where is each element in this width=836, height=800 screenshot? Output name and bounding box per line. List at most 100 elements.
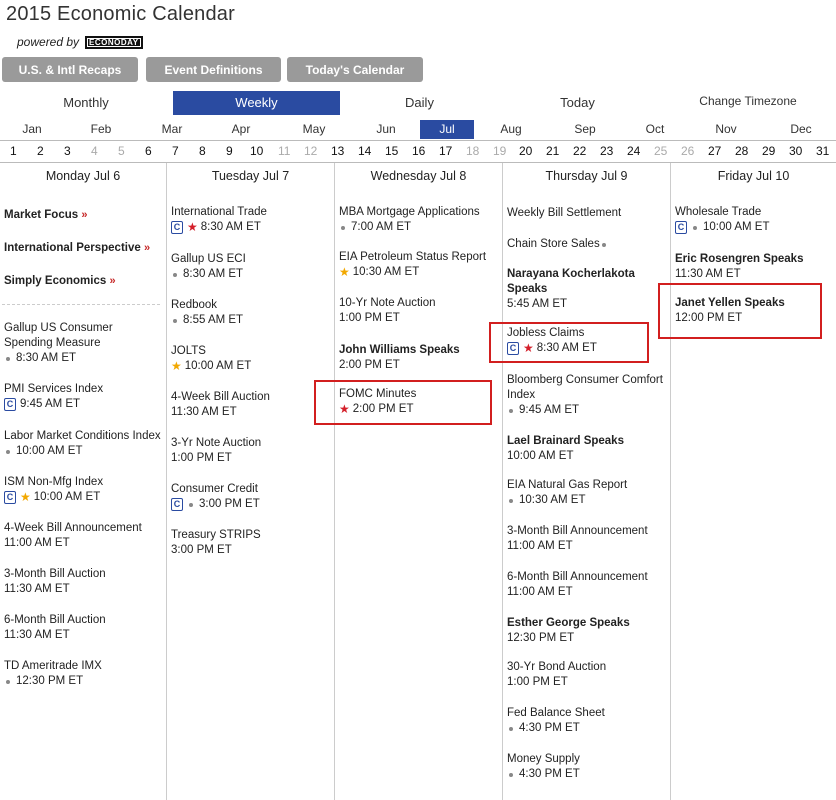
event-name[interactable]: PMI Services Index: [4, 382, 103, 397]
day-number[interactable]: 18: [466, 144, 479, 158]
event-item[interactable]: 3-Month Bill Announcement 11:00 AM ET: [507, 524, 648, 554]
month-nov[interactable]: Nov: [696, 120, 756, 139]
day-number[interactable]: 25: [654, 144, 667, 158]
day-number[interactable]: 24: [627, 144, 640, 158]
event-name[interactable]: MBA Mortgage Applications: [339, 205, 480, 220]
tab-today[interactable]: Today: [500, 91, 655, 115]
day-number[interactable]: 17: [439, 144, 452, 158]
event-definitions-button[interactable]: Event Definitions: [146, 57, 281, 82]
todays-calendar-button[interactable]: Today's Calendar: [287, 57, 423, 82]
event-name[interactable]: Wholesale Trade: [675, 205, 769, 220]
event-name[interactable]: International Trade: [171, 205, 267, 220]
event-item[interactable]: EIA Petroleum Status Report ★ 10:30 AM ET: [339, 250, 486, 280]
event-name[interactable]: 4-Week Bill Announcement: [4, 521, 142, 536]
day-number[interactable]: 20: [519, 144, 532, 158]
event-item[interactable]: Bloomberg Consumer Comfort Index 9:45 AM…: [507, 373, 669, 418]
event-name[interactable]: EIA Natural Gas Report: [507, 478, 627, 493]
event-item[interactable]: EIA Natural Gas Report 10:30 AM ET: [507, 478, 627, 508]
day-number[interactable]: 5: [118, 144, 125, 158]
event-name[interactable]: 6-Month Bill Announcement: [507, 570, 648, 585]
tab-monthly[interactable]: Monthly: [4, 91, 168, 115]
day-number[interactable]: 29: [762, 144, 775, 158]
event-item[interactable]: 3-Month Bill Auction 11:30 AM ET: [4, 567, 106, 597]
event-item[interactable]: JOLTS ★ 10:00 AM ET: [171, 344, 251, 374]
recaps-button[interactable]: U.S. & Intl Recaps: [2, 57, 138, 82]
event-item[interactable]: Labor Market Conditions Index 10:00 AM E…: [4, 429, 161, 459]
event-name[interactable]: Gallup US Consumer Spending Measure: [4, 321, 154, 351]
event-name[interactable]: 3-Month Bill Announcement: [507, 524, 648, 539]
month-dec[interactable]: Dec: [771, 120, 831, 139]
event-item[interactable]: John Williams Speaks 2:00 PM ET: [339, 343, 460, 373]
feature-link[interactable]: Simply Economics »: [4, 274, 116, 289]
event-item[interactable]: Wholesale Trade C 10:00 AM ET: [675, 205, 769, 235]
event-item[interactable]: 30-Yr Bond Auction 1:00 PM ET: [507, 660, 606, 690]
event-name[interactable]: John Williams Speaks: [339, 343, 460, 358]
event-name[interactable]: JOLTS: [171, 344, 251, 359]
event-name[interactable]: 6-Month Bill Auction: [4, 613, 106, 628]
month-mar[interactable]: Mar: [142, 120, 202, 139]
day-number[interactable]: 16: [412, 144, 425, 158]
event-name[interactable]: Narayana Kocherlakota Speaks: [507, 267, 657, 297]
day-number[interactable]: 22: [573, 144, 586, 158]
event-name[interactable]: 3-Yr Note Auction: [171, 436, 261, 451]
event-item[interactable]: Gallup US ECI 8:30 AM ET: [171, 252, 246, 282]
event-name[interactable]: Consumer Credit: [171, 482, 260, 497]
event-item[interactable]: 6-Month Bill Announcement 11:00 AM ET: [507, 570, 648, 600]
day-number[interactable]: 13: [331, 144, 344, 158]
event-name[interactable]: Eric Rosengren Speaks: [675, 252, 803, 267]
event-name[interactable]: 30-Yr Bond Auction: [507, 660, 606, 675]
event-item[interactable]: Consumer Credit C 3:00 PM ET: [171, 482, 260, 512]
day-number[interactable]: 19: [493, 144, 506, 158]
event-item[interactable]: 6-Month Bill Auction 11:30 AM ET: [4, 613, 106, 643]
event-item[interactable]: 10-Yr Note Auction 1:00 PM ET: [339, 296, 436, 326]
feature-label[interactable]: Simply Economics: [4, 275, 106, 287]
month-jul[interactable]: Jul: [420, 120, 474, 139]
day-number[interactable]: 10: [250, 144, 263, 158]
day-number[interactable]: 14: [358, 144, 371, 158]
day-number[interactable]: 26: [681, 144, 694, 158]
event-name[interactable]: Gallup US ECI: [171, 252, 246, 267]
event-item[interactable]: Fed Balance Sheet 4:30 PM ET: [507, 706, 605, 736]
event-item[interactable]: PMI Services Index C 9:45 AM ET: [4, 382, 103, 412]
event-name[interactable]: 4-Week Bill Auction: [171, 390, 270, 405]
event-name[interactable]: 3-Month Bill Auction: [4, 567, 106, 582]
event-item[interactable]: 3-Yr Note Auction 1:00 PM ET: [171, 436, 261, 466]
day-number[interactable]: 9: [226, 144, 233, 158]
event-item[interactable]: Gallup US Consumer Spending Measure 8:30…: [4, 321, 154, 366]
event-name[interactable]: ISM Non-Mfg Index: [4, 475, 103, 490]
event-name[interactable]: TD Ameritrade IMX: [4, 659, 102, 674]
event-name[interactable]: Fed Balance Sheet: [507, 706, 605, 721]
month-may[interactable]: May: [284, 120, 344, 139]
change-timezone-link[interactable]: Change Timezone: [662, 89, 834, 113]
event-name[interactable]: 10-Yr Note Auction: [339, 296, 436, 311]
event-item[interactable]: 4-Week Bill Auction 11:30 AM ET: [171, 390, 270, 420]
event-item[interactable]: Eric Rosengren Speaks 11:30 AM ET: [675, 252, 803, 282]
event-name[interactable]: Weekly Bill Settlement: [507, 206, 621, 221]
tab-weekly[interactable]: Weekly: [173, 91, 340, 115]
event-item[interactable]: MBA Mortgage Applications 7:00 AM ET: [339, 205, 480, 235]
day-number[interactable]: 1: [10, 144, 17, 158]
event-item[interactable]: Lael Brainard Speaks 10:00 AM ET: [507, 434, 624, 464]
month-jun[interactable]: Jun: [356, 120, 416, 139]
day-number[interactable]: 28: [735, 144, 748, 158]
event-name[interactable]: Bloomberg Consumer Comfort Index: [507, 373, 669, 403]
event-name[interactable]: Money Supply: [507, 752, 580, 767]
event-item[interactable]: Money Supply 4:30 PM ET: [507, 752, 580, 782]
event-name[interactable]: EIA Petroleum Status Report: [339, 250, 486, 265]
day-number[interactable]: 15: [385, 144, 398, 158]
event-item[interactable]: 4-Week Bill Announcement 11:00 AM ET: [4, 521, 142, 551]
month-aug[interactable]: Aug: [481, 120, 541, 139]
month-apr[interactable]: Apr: [211, 120, 271, 139]
day-number[interactable]: 4: [91, 144, 98, 158]
econoday-logo[interactable]: ECONODAY: [85, 35, 143, 49]
event-name[interactable]: Labor Market Conditions Index: [4, 429, 161, 444]
feature-link[interactable]: International Perspective »: [4, 241, 150, 256]
event-name[interactable]: Treasury STRIPS: [171, 528, 261, 543]
day-number[interactable]: 7: [172, 144, 179, 158]
event-item[interactable]: International Trade C ★ 8:30 AM ET: [171, 205, 267, 235]
event-item[interactable]: Esther George Speaks 12:30 PM ET: [507, 616, 630, 646]
day-number[interactable]: 2: [37, 144, 44, 158]
day-number[interactable]: 8: [199, 144, 206, 158]
month-jan[interactable]: Jan: [2, 120, 62, 139]
event-item[interactable]: Chain Store Sales: [507, 237, 610, 252]
